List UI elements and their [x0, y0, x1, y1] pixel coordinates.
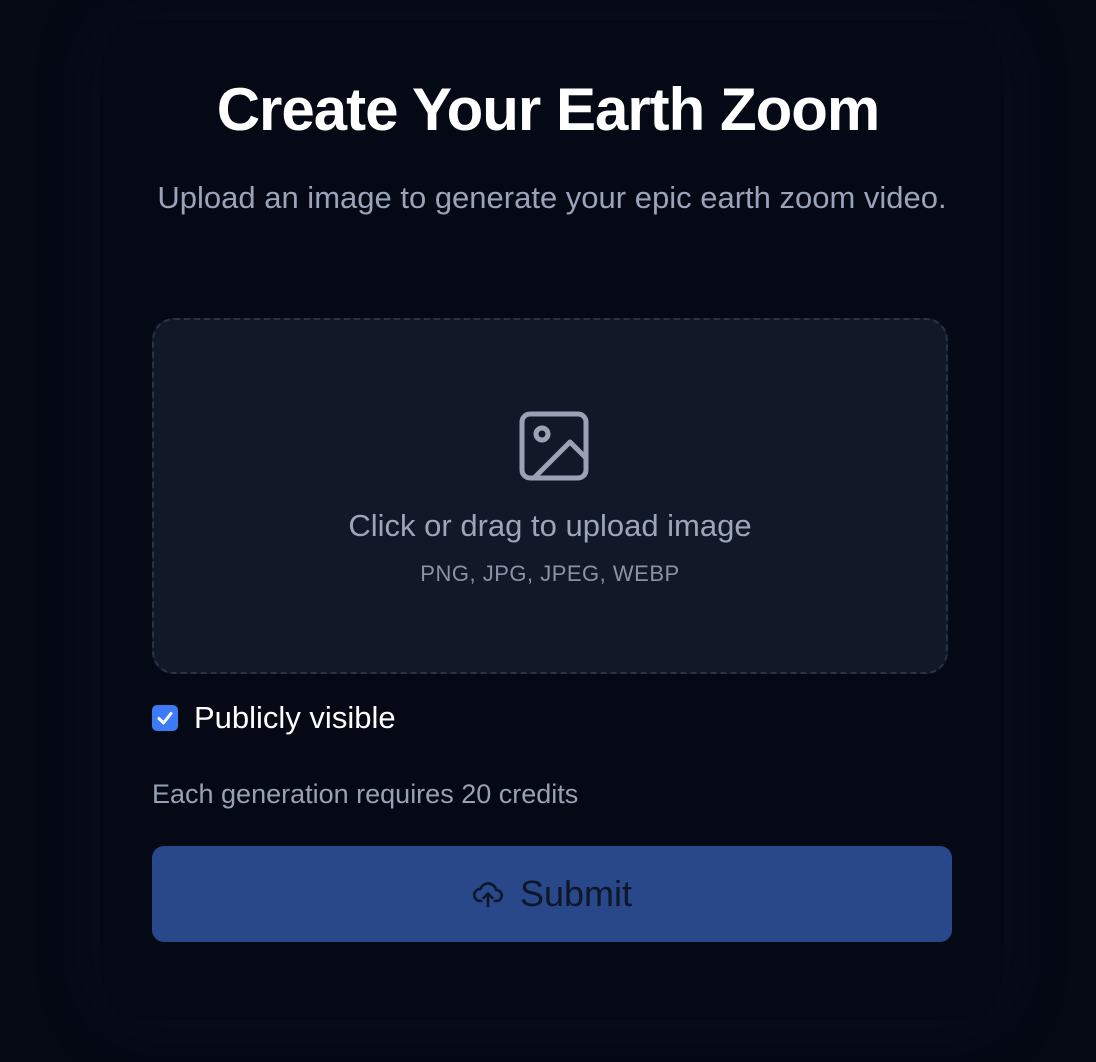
credits-note: Each generation requires 20 credits: [152, 779, 579, 809]
public-visibility-checkbox[interactable]: [152, 705, 178, 731]
cloud-upload-icon: [472, 882, 503, 908]
upload-label: Click or drag to upload image: [348, 508, 752, 543]
page-title: Create Your Earth Zoom: [216, 76, 881, 143]
checkmark-icon: [157, 712, 173, 725]
image-icon: [519, 411, 589, 481]
submit-button[interactable]: Submit: [152, 846, 952, 942]
public-visibility-label: Publicly visible: [194, 700, 396, 735]
upload-formats: PNG, JPG, JPEG, WEBP: [420, 561, 680, 586]
page: Create Your Earth Zoom Upload an image t…: [0, 0, 1096, 1062]
submit-label: Submit: [519, 873, 633, 914]
page-subtitle: Upload an image to generate your epic ea…: [157, 180, 947, 215]
image-upload-dropzone[interactable]: Click or drag to upload image PNG, JPG, …: [152, 318, 948, 674]
public-visibility-toggle[interactable]: Publicly visible: [152, 698, 396, 738]
